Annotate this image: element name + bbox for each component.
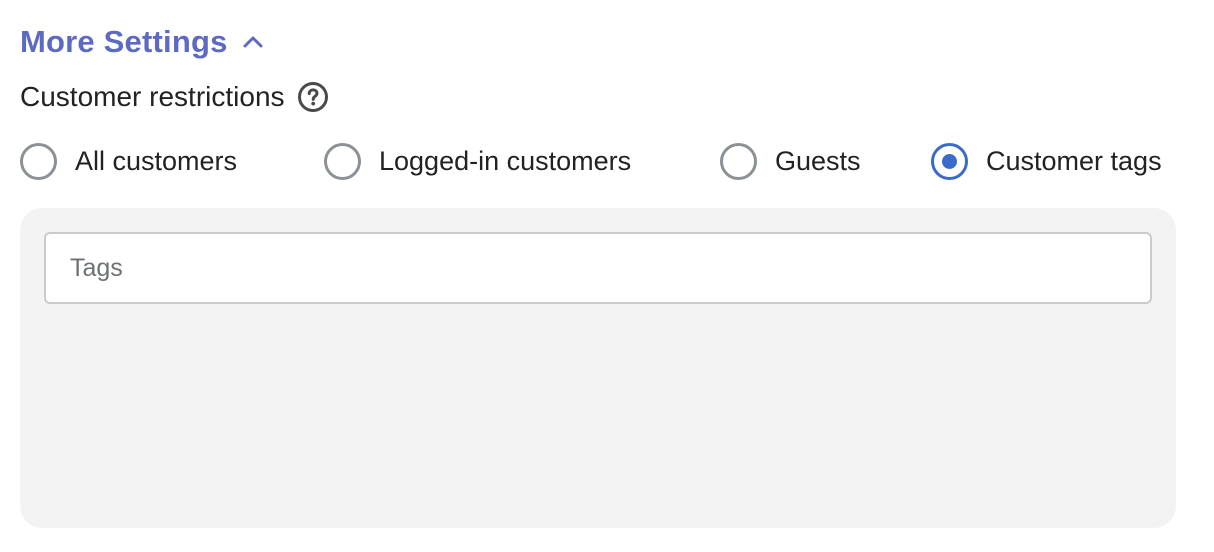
- customer-restrictions-label: Customer restrictions: [20, 81, 285, 112]
- more-settings-toggle[interactable]: More Settings: [20, 22, 264, 62]
- tags-input[interactable]: [44, 232, 1152, 304]
- more-settings-label: More Settings: [20, 24, 228, 59]
- radio-guests[interactable]: Guests: [720, 138, 861, 184]
- radio-circle-all-customers[interactable]: [20, 142, 57, 180]
- help-circle-icon[interactable]: [297, 81, 329, 113]
- radio-label-logged-in-customers: Logged-in customers: [379, 145, 632, 176]
- chevron-up-icon: [243, 36, 263, 48]
- radio-logged-in-customers[interactable]: Logged-in customers: [324, 138, 631, 184]
- radio-label-guests: Guests: [775, 145, 861, 176]
- radio-customer-tags[interactable]: Customer tags: [931, 138, 1162, 184]
- customer-restrictions-radio-group: All customers Logged-in customers Guests…: [20, 138, 1200, 184]
- radio-circle-guests[interactable]: [720, 142, 757, 180]
- radio-label-all-customers: All customers: [75, 145, 238, 176]
- customer-restrictions-heading: Customer restrictions: [20, 78, 329, 116]
- radio-circle-logged-in-customers[interactable]: [324, 142, 361, 180]
- customer-tags-panel: [20, 208, 1176, 528]
- radio-label-customer-tags: Customer tags: [986, 145, 1162, 176]
- radio-circle-customer-tags[interactable]: [931, 142, 968, 180]
- more-settings-page: More Settings Customer restrictions All …: [0, 0, 1214, 552]
- radio-all-customers[interactable]: All customers: [20, 138, 237, 184]
